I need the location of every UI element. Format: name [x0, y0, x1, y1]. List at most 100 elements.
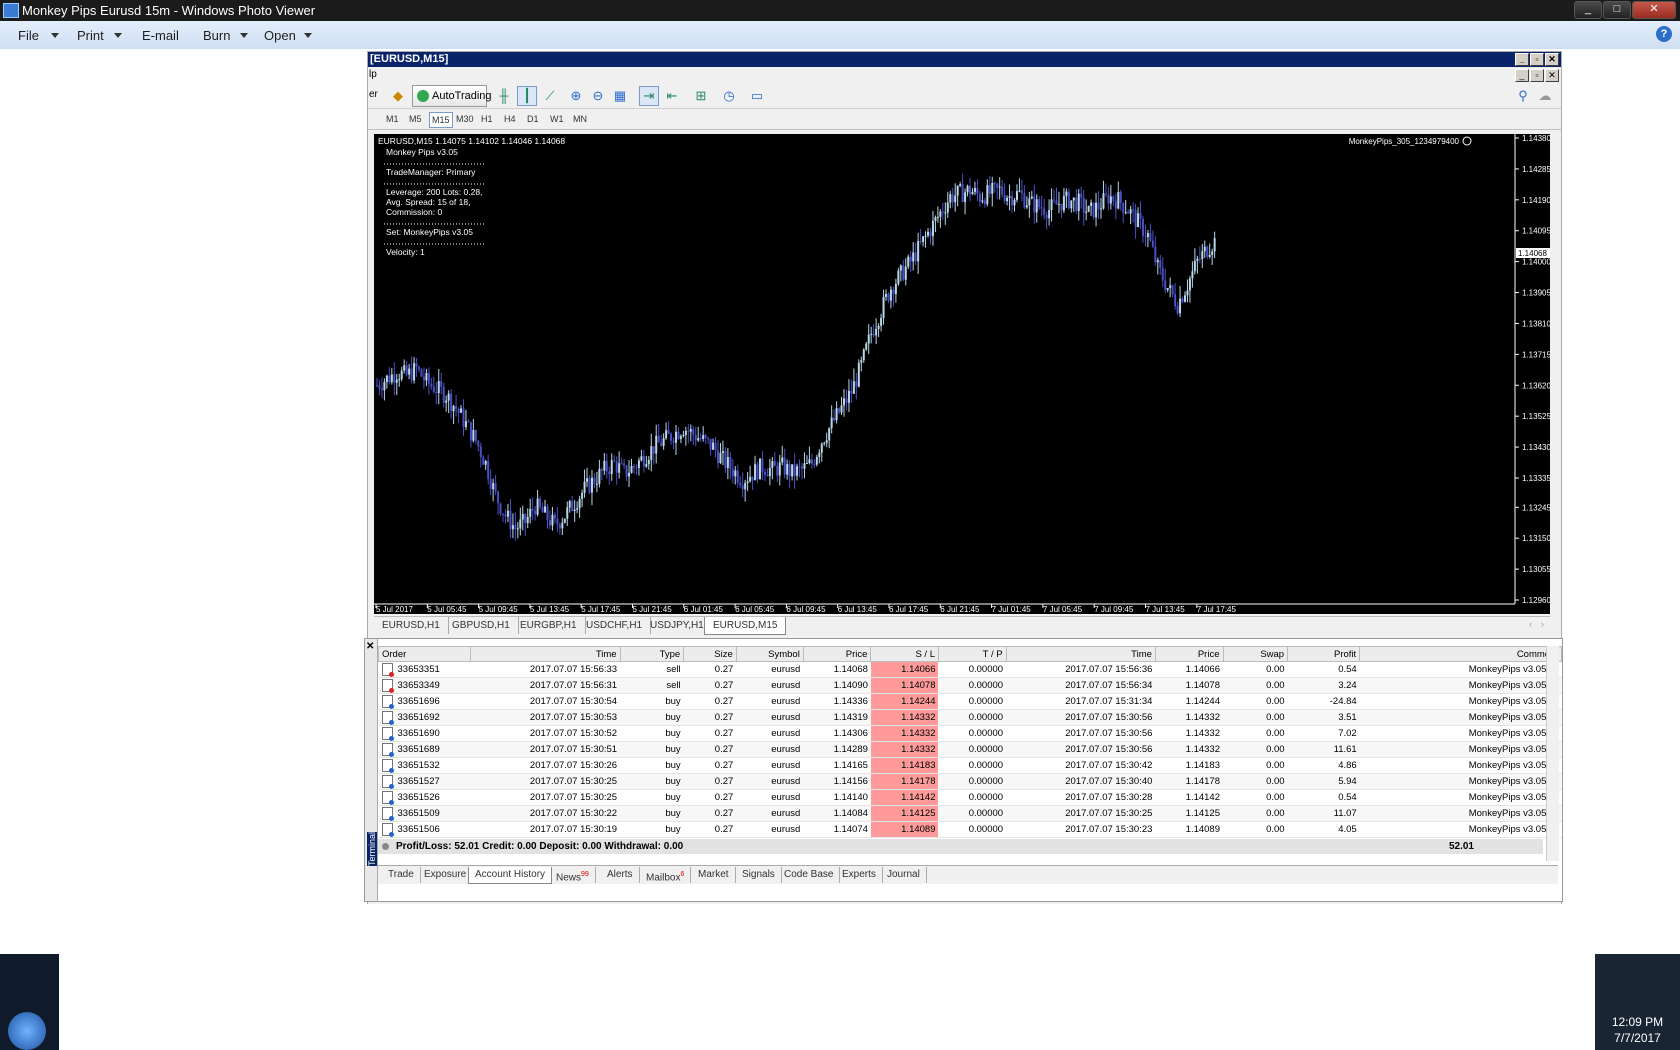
column-header[interactable]: Type — [619, 646, 685, 662]
column-header[interactable]: Profit — [1287, 646, 1361, 662]
period-m30[interactable]: M30 — [454, 112, 476, 126]
column-header[interactable]: Price — [1154, 646, 1224, 662]
help-icon[interactable]: ? — [1656, 26, 1672, 42]
table-row[interactable]: 33651526 2017.07.07 15:30:25 buy 0.27 eurusd… — [378, 789, 1562, 806]
period-m5[interactable]: M5 — [407, 112, 424, 126]
tab-mailbox[interactable]: Mailbox6 — [640, 867, 692, 883]
column-header[interactable]: Comment — [1359, 646, 1562, 662]
periods-icon[interactable]: ◷ — [719, 86, 739, 106]
tab-account-history[interactable]: Account History — [468, 867, 553, 884]
period-m15[interactable]: M15 — [429, 112, 453, 128]
tab-gbpusd-h1[interactable]: GBPUSD,H1 — [444, 617, 519, 634]
table-row[interactable]: 33651506 2017.07.07 15:30:19 buy 0.27 eurusd… — [378, 821, 1562, 838]
cell-price: 1.14068 — [803, 661, 871, 678]
start-button[interactable] — [8, 1012, 46, 1050]
price-chart[interactable]: 1.14380 1.14285 1.14190 1.14095 1.14000 1.139… — [374, 134, 1551, 614]
tab-alerts[interactable]: Alerts — [601, 867, 640, 883]
restore-icon[interactable]: ▫ — [1530, 53, 1544, 66]
tab-code-base[interactable]: Code Base — [778, 867, 841, 883]
minimize-icon[interactable]: _ — [1515, 69, 1529, 82]
cell-symbol: eurusd — [736, 805, 804, 822]
period-mn[interactable]: MN — [571, 112, 589, 126]
close-button[interactable]: ✕ — [1632, 1, 1676, 19]
autotrading-button[interactable]: AutoTrading — [412, 85, 492, 107]
tab-usdjpy-h1[interactable]: USDJPY,H1 — [642, 617, 713, 634]
indicators-icon[interactable]: ⊞ — [691, 86, 711, 106]
close-icon[interactable]: ✕ — [1545, 53, 1559, 66]
chevron-down-icon[interactable] — [51, 33, 59, 38]
tab-eurgbp-h1[interactable]: EURGBP,H1 — [512, 617, 586, 634]
table-row[interactable]: 33651532 2017.07.07 15:30:26 buy 0.27 eurusd… — [378, 757, 1562, 774]
column-header[interactable]: Time — [1005, 646, 1156, 662]
zoom-in-icon[interactable]: ⊕ — [566, 86, 586, 106]
column-header[interactable]: Order — [377, 646, 472, 662]
menu-open[interactable]: Open — [264, 28, 296, 43]
templates-icon[interactable]: ▭ — [747, 86, 767, 106]
table-row[interactable]: 33651689 2017.07.07 15:30:51 buy 0.27 eurusd… — [378, 741, 1562, 758]
menu-file[interactable]: File — [18, 28, 39, 43]
menu-help-fragment[interactable]: lp — [369, 69, 377, 80]
terminal-scrollbar[interactable] — [1546, 646, 1559, 861]
period-h1[interactable]: H1 — [479, 112, 495, 126]
tab-signals[interactable]: Signals — [736, 867, 782, 883]
table-row[interactable]: 33651527 2017.07.07 15:30:25 buy 0.27 eurusd… — [378, 773, 1562, 790]
tab-trade[interactable]: Trade — [382, 867, 421, 883]
zoom-out-icon[interactable]: ⊖ — [588, 86, 608, 106]
period-h4[interactable]: H4 — [502, 112, 518, 126]
tile-windows-icon[interactable]: ▦ — [610, 86, 630, 106]
column-header[interactable]: Time — [470, 646, 621, 662]
candle — [981, 192, 984, 204]
table-row[interactable]: 33653349 2017.07.07 15:56:31 sell 0.27 eurus… — [378, 677, 1562, 694]
line-chart-icon[interactable]: ⟋ — [540, 86, 560, 106]
table-row[interactable]: 33651690 2017.07.07 15:30:52 buy 0.27 eurusd… — [378, 725, 1562, 742]
menu-burn[interactable]: Burn — [203, 28, 230, 43]
menu-print[interactable]: Print — [77, 28, 104, 43]
chat-icon[interactable]: ☁ — [1535, 86, 1555, 106]
period-d1[interactable]: D1 — [525, 112, 541, 126]
column-header[interactable]: S / L — [870, 646, 939, 662]
candle — [425, 368, 428, 387]
chevron-down-icon[interactable] — [304, 33, 312, 38]
minimize-icon[interactable]: _ — [1515, 53, 1529, 66]
chart-shift-icon[interactable]: ⇤ — [662, 86, 682, 106]
chart-canvas[interactable]: 1.14380 1.14285 1.14190 1.14095 1.14000 1.139… — [374, 134, 1551, 614]
table-row[interactable]: 33653351 2017.07.07 15:56:33 sell 0.27 eurus… — [378, 661, 1562, 678]
candlestick-icon[interactable]: ┃ — [517, 86, 537, 106]
tab-news[interactable]: News99 — [550, 867, 596, 883]
chevron-down-icon[interactable] — [114, 33, 122, 38]
tab-scroll-left-icon[interactable]: ‹ — [1529, 619, 1532, 629]
menu-email[interactable]: E-mail — [142, 28, 179, 43]
column-header[interactable]: T / P — [937, 646, 1007, 662]
period-m1[interactable]: M1 — [384, 112, 401, 126]
restore-icon[interactable]: ▫ — [1530, 69, 1544, 82]
metaeditor-icon[interactable]: ◆ — [388, 86, 408, 106]
tab-eurusd-m15[interactable]: EURUSD,M15 — [704, 617, 787, 635]
minimize-button[interactable]: _ — [1574, 1, 1602, 19]
column-header[interactable]: Symbol — [735, 646, 804, 662]
new-order-fragment[interactable]: er — [369, 89, 378, 100]
system-clock[interactable]: 12:09 PM 7/7/2017 — [1595, 1014, 1680, 1050]
maximize-button[interactable]: □ — [1603, 1, 1631, 19]
tab-eurusd-h1[interactable]: EURUSD,H1 — [374, 617, 449, 634]
candle — [941, 202, 944, 220]
tab-exposure[interactable]: Exposure — [418, 867, 474, 883]
candle — [1141, 215, 1144, 243]
chevron-down-icon[interactable] — [240, 33, 248, 38]
table-row[interactable]: 33651692 2017.07.07 15:30:53 buy 0.27 eurusd… — [378, 709, 1562, 726]
tab-usdchf-h1[interactable]: USDCHF,H1 — [578, 617, 652, 634]
table-row[interactable]: 33651696 2017.07.07 15:30:54 buy 0.27 eurusd… — [378, 693, 1562, 710]
search-icon[interactable]: ⚲ — [1513, 86, 1533, 106]
tab-scroll-right-icon[interactable]: › — [1541, 619, 1544, 629]
column-header[interactable]: Size — [683, 646, 737, 662]
bar-chart-icon[interactable]: ╫ — [494, 86, 514, 106]
tab-journal[interactable]: Journal — [881, 867, 927, 883]
column-header[interactable]: Price — [802, 646, 872, 662]
close-icon[interactable]: ✕ — [1545, 69, 1559, 82]
table-row[interactable]: 33651509 2017.07.07 15:30:22 buy 0.27 eurusd… — [378, 805, 1562, 822]
period-w1[interactable]: W1 — [548, 112, 566, 126]
terminal-close-icon[interactable]: ✕ — [366, 641, 374, 652]
tab-market[interactable]: Market — [692, 867, 736, 883]
autoscroll-icon[interactable]: ⇥ — [639, 86, 659, 106]
tab-experts[interactable]: Experts — [836, 867, 883, 883]
column-header[interactable]: Swap — [1222, 646, 1289, 662]
